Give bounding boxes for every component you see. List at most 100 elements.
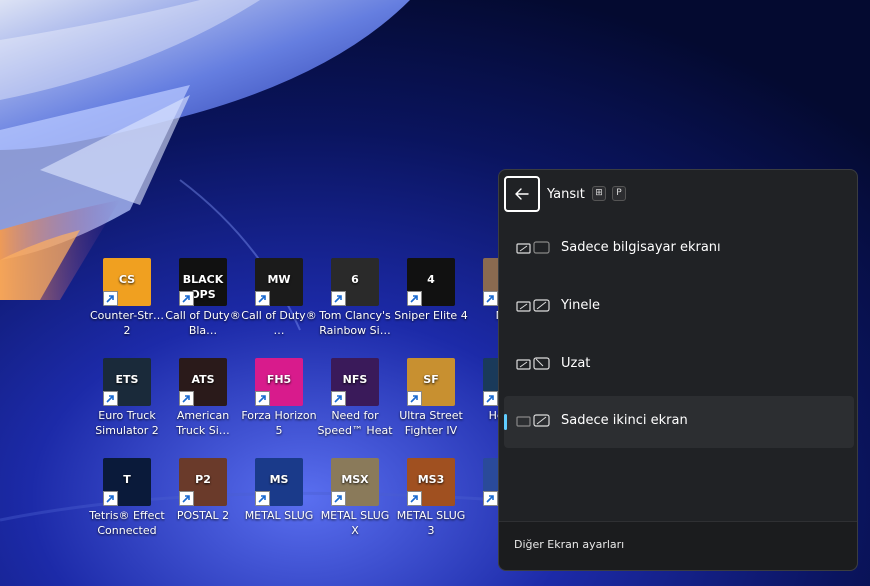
app-icon-glyph: MW (267, 273, 291, 286)
shortcut-arrow-icon (331, 291, 346, 306)
shortcut-label: Sniper Elite 4 (394, 309, 468, 322)
shortcut-arrow-icon (103, 291, 118, 306)
app-icon: 4 (407, 258, 455, 306)
desktop-shortcut[interactable]: T Tetris® Effect Connected (89, 458, 165, 538)
shortcut-arrow-icon (255, 391, 270, 406)
app-icon: SF (407, 358, 455, 406)
desktop-icon-grid: CS Counter-Str… 2 BLACK OPS Call of Duty® B… (0, 0, 498, 586)
app-icon: MS3 (407, 458, 455, 506)
shortcut-arrow-icon (331, 491, 346, 506)
app-icon: ETS (103, 358, 151, 406)
windows-key-icon: ⊞ (592, 186, 606, 201)
shortcut-arrow-icon (407, 491, 422, 506)
other-display-settings-link[interactable]: Diğer Ekran ayarları (514, 538, 624, 551)
app-icon-glyph: V (483, 472, 498, 487)
duplicate-icon (516, 299, 550, 312)
app-icon: V (483, 458, 498, 506)
shortcut-label: Tom Clancy's Rainbow Si… (319, 309, 391, 337)
option-duplicate[interactable]: Yinele (504, 281, 854, 333)
desktop-shortcut[interactable]: CS Counter-Str… 2 (89, 258, 165, 338)
app-icon: MS (255, 458, 303, 506)
shortcut-label: Euro Truck Simulator 2 (95, 409, 159, 437)
shortcut-label: Call of Duty® Bla… (165, 309, 241, 337)
panel-title: Yansıt (547, 187, 585, 202)
shortcut-label: He Ser (488, 409, 498, 422)
desktop-shortcut[interactable]: VR (469, 458, 498, 523)
second-screen-only-icon (516, 414, 550, 427)
desktop-shortcut[interactable]: SF Ultra Street Fighter IV (393, 358, 469, 438)
app-icon: NFS (331, 358, 379, 406)
shortcut-label: Counter-Str… 2 (89, 309, 165, 337)
desktop-shortcut[interactable]: ETS Euro Truck Simulator 2 (89, 358, 165, 438)
app-icon-glyph: MS (269, 473, 289, 486)
shortcut-label: POSTAL 2 (176, 509, 230, 522)
app-icon-glyph: 6 (351, 273, 359, 286)
app-icon: FH5 (255, 358, 303, 406)
app-icon-glyph: MS3 (417, 473, 445, 486)
app-icon-glyph: 4 (427, 273, 435, 286)
desktop-shortcut[interactable]: MSX METAL SLUG X (317, 458, 393, 538)
app-icon (483, 258, 498, 306)
option-label: Uzat (561, 356, 591, 371)
app-icon (483, 358, 498, 406)
option-pc-screen-only[interactable]: Sadece bilgisayar ekranı (504, 223, 854, 275)
shortcut-arrow-icon (255, 291, 270, 306)
panel-footer: Diğer Ekran ayarları (499, 521, 857, 570)
shortcut-label: Forza Horizon 5 (241, 409, 317, 437)
desktop-shortcut[interactable]: MS3 METAL SLUG 3 (393, 458, 469, 538)
desktop-shortcut[interactable]: 4 Sniper Elite 4 (393, 258, 469, 323)
app-icon: T (103, 458, 151, 506)
project-flyout: Yansıt ⊞ P Sadece bilgisayar ekranı Yine… (498, 169, 858, 571)
shortcut-label: Max (469, 308, 498, 323)
shortcut-arrow-icon (103, 391, 118, 406)
app-icon: MW (255, 258, 303, 306)
option-label: Yinele (561, 298, 600, 313)
shortcut-label: METAL SLUG (244, 509, 314, 522)
selection-indicator (504, 414, 507, 430)
app-icon-glyph: SF (423, 373, 439, 386)
app-icon-glyph: NFS (342, 373, 368, 386)
shortcut-arrow-icon (331, 391, 346, 406)
desktop-shortcut[interactable]: ATS American Truck Si… (165, 358, 241, 438)
shortcut-label: METAL SLUG X (320, 509, 390, 537)
shortcut-arrow-icon (179, 391, 194, 406)
app-icon-glyph: P2 (195, 473, 211, 486)
shortcut-arrow-icon (179, 291, 194, 306)
app-icon: CS (103, 258, 151, 306)
pc-screen-only-icon (516, 241, 550, 254)
shortcut-arrow-icon (179, 491, 194, 506)
shortcut-label: Need for Speed™ Heat (317, 409, 393, 437)
desktop-shortcut[interactable]: P2 POSTAL 2 (165, 458, 241, 523)
shortcut-label: Ultra Street Fighter IV (399, 409, 463, 437)
desktop-shortcut[interactable]: Max (469, 258, 498, 323)
app-icon: 6 (331, 258, 379, 306)
desktop-shortcut[interactable]: MW Call of Duty® … (241, 258, 317, 338)
app-icon-glyph: ETS (115, 373, 139, 386)
shortcut-label: Tetris® Effect Connected (89, 509, 165, 537)
option-label: Sadece bilgisayar ekranı (561, 240, 721, 255)
shortcut-label: Call of Duty® … (241, 309, 317, 337)
desktop-shortcut[interactable]: FH5 Forza Horizon 5 (241, 358, 317, 438)
option-second-screen-only[interactable]: Sadece ikinci ekran (504, 396, 854, 448)
p-key-chip: P (612, 186, 626, 201)
shortcut-label: American Truck Si… (176, 409, 230, 437)
shortcut-arrow-icon (407, 391, 422, 406)
app-icon: P2 (179, 458, 227, 506)
desktop-shortcut[interactable]: BLACK OPS Call of Duty® Bla… (165, 258, 241, 338)
back-button[interactable] (504, 176, 540, 212)
app-icon-glyph: T (123, 473, 131, 486)
arrow-left-icon (515, 188, 529, 200)
option-extend[interactable]: Uzat (504, 339, 854, 391)
app-icon: BLACK OPS (179, 258, 227, 306)
shortcut-arrow-icon (483, 291, 498, 306)
app-icon-glyph: FH5 (266, 373, 292, 386)
app-icon-glyph: MSX (341, 473, 369, 486)
desktop-shortcut[interactable]: NFS Need for Speed™ Heat (317, 358, 393, 438)
app-icon-glyph: ATS (191, 373, 215, 386)
desktop-shortcut[interactable]: MS METAL SLUG (241, 458, 317, 523)
desktop-shortcut[interactable]: 6 Tom Clancy's Rainbow Si… (317, 258, 393, 338)
app-icon-glyph: CS (118, 273, 136, 286)
extend-icon (516, 357, 550, 370)
app-icon: MSX (331, 458, 379, 506)
desktop-shortcut[interactable]: He Ser (469, 358, 498, 423)
